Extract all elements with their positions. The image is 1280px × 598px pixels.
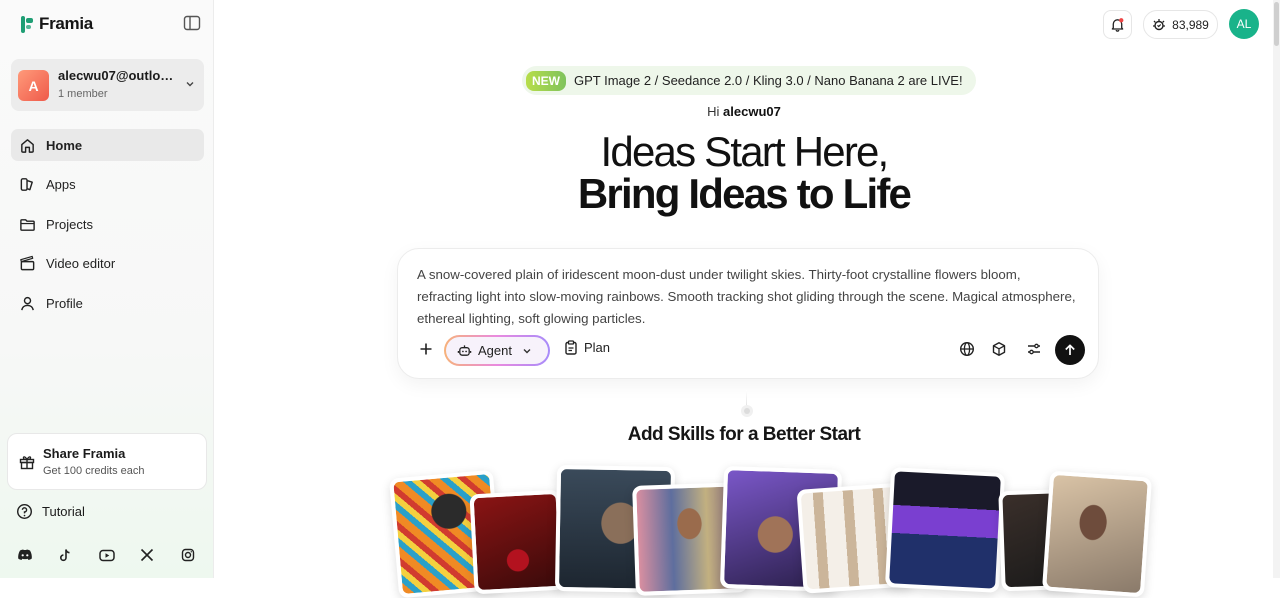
share-subtitle: Get 100 credits each (43, 465, 145, 477)
connector-dot (741, 405, 753, 417)
greeting: Hi alecwu07 (215, 104, 1273, 119)
hero-title-line1: Ideas Start Here, (600, 128, 890, 175)
sidebar-item-label: Projects (46, 216, 93, 232)
scrollbar-thumb[interactable] (1274, 2, 1279, 46)
framia-logo-icon (21, 15, 33, 33)
chevron-down-icon (186, 82, 194, 87)
prompt-box[interactable]: A snow-covered plain of iridescent moon-… (397, 248, 1099, 379)
app-name: Framia (39, 14, 93, 33)
x-icon[interactable] (140, 546, 181, 564)
sidebar-nav: Home Apps Projects Video editor Profile (11, 129, 204, 327)
skill-card-image[interactable] (469, 489, 565, 595)
user-icon (21, 296, 34, 310)
hero-title-line2: Bring Ideas to Life (577, 170, 912, 217)
greeting-username: alecwu07 (723, 104, 781, 119)
youtube-icon[interactable] (99, 546, 140, 564)
cube-icon[interactable] (991, 341, 1007, 357)
prompt-input[interactable]: A snow-covered plain of iridescent moon-… (417, 264, 1077, 330)
sidebar-toggle-icon[interactable] (183, 14, 201, 32)
apps-icon (20, 178, 33, 191)
agent-mode-dropdown[interactable]: Agent (444, 335, 550, 366)
workspace-switcher[interactable]: A alecwu07@outloo... 1 member (11, 59, 204, 111)
help-circle-icon (16, 503, 33, 520)
sidebar-item-video-editor[interactable]: Video editor (11, 248, 204, 280)
share-framia-card[interactable]: Share Framia Get 100 credits each (7, 433, 207, 490)
agent-label: Agent (478, 343, 512, 358)
skill-card-image[interactable] (884, 467, 1006, 593)
sidebar-item-label: Home (46, 137, 83, 153)
sidebar-item-label: Video editor (46, 256, 116, 271)
plan-button[interactable]: Plan (564, 340, 610, 355)
sidebar-item-home[interactable]: Home (11, 129, 204, 161)
globe-icon[interactable] (959, 341, 975, 357)
settings-sliders-icon[interactable] (1026, 341, 1042, 357)
arrow-up-icon (1065, 344, 1075, 355)
app-logo[interactable]: Framia (21, 14, 93, 34)
sidebar-item-profile[interactable]: Profile (11, 287, 204, 319)
folder-icon (20, 218, 35, 231)
clipboard-icon (565, 340, 577, 355)
chevron-down-icon (523, 348, 531, 353)
skills-title: Add Skills for a Better Start (627, 424, 861, 445)
share-title: Share Framia (43, 446, 126, 461)
connector-line (746, 390, 747, 406)
gift-icon (19, 456, 35, 470)
sidebar-item-projects[interactable]: Projects (11, 208, 204, 240)
workspace-name: alecwu07@outloo... (58, 68, 178, 83)
skill-card-image[interactable] (1041, 470, 1153, 598)
plan-label: Plan (584, 340, 611, 355)
add-attachment-icon[interactable] (419, 342, 433, 356)
home-icon (21, 138, 34, 153)
workspace-members: 1 member (58, 88, 108, 100)
social-links (17, 546, 222, 564)
discord-icon[interactable] (17, 546, 58, 564)
tiktok-icon[interactable] (58, 546, 99, 564)
scrollbar[interactable] (1273, 0, 1280, 578)
agent-icon (457, 345, 472, 356)
send-button[interactable] (1055, 335, 1085, 365)
sidebar-item-label: Profile (46, 295, 83, 311)
sidebar-item-apps[interactable]: Apps (11, 169, 204, 201)
sidebar-item-label: Apps (46, 177, 76, 192)
workspace-avatar: A (18, 70, 49, 101)
tutorial-label: Tutorial (42, 504, 85, 519)
clapperboard-icon (20, 255, 35, 271)
tutorial-link[interactable]: Tutorial (16, 503, 85, 520)
greeting-prefix: Hi (707, 104, 720, 119)
sidebar: Framia A alecwu07@outloo... 1 member Hom… (0, 0, 214, 578)
